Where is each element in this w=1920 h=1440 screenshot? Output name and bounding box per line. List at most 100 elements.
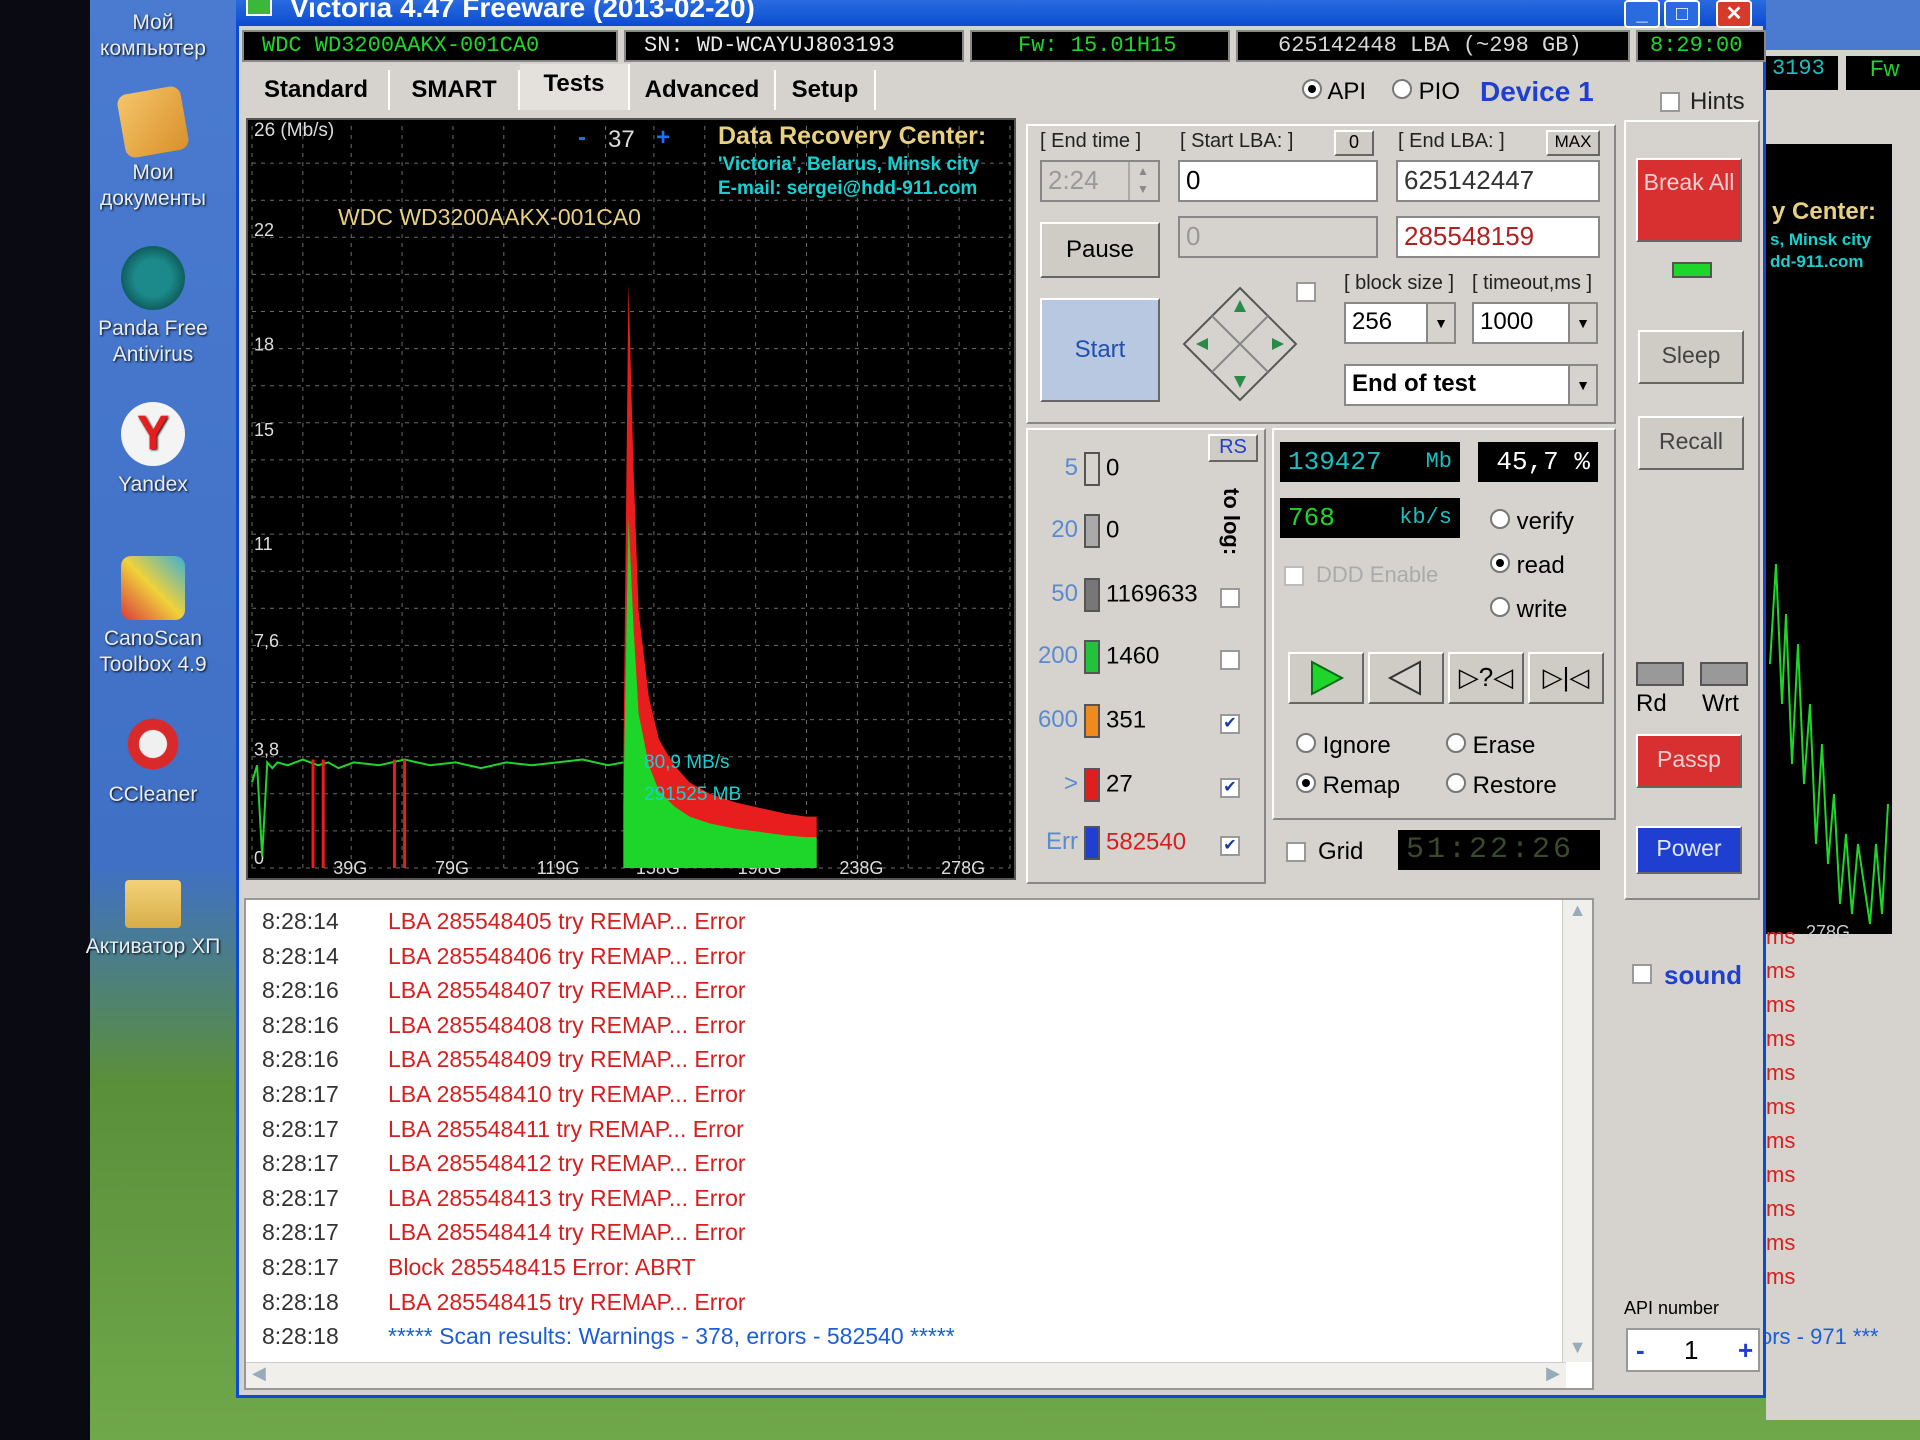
desktop-icon-activator[interactable]: Активатор ХП	[78, 874, 228, 960]
scale-minus-button[interactable]: -	[578, 124, 586, 152]
verify-radio[interactable]: verify	[1490, 508, 1574, 536]
recall-button[interactable]: Recall	[1638, 416, 1744, 470]
y-tick-label: 3,8	[254, 740, 279, 760]
api-number-plus-button[interactable]: +	[1738, 1330, 1753, 1370]
log-line: 8:28:16 LBA 285548409 try REMAP... Error	[262, 1046, 746, 1073]
block-size-select[interactable]: 256 ▼	[1344, 302, 1456, 344]
timeout-select[interactable]: 1000 ▼	[1472, 302, 1598, 344]
grid-checkbox[interactable]	[1286, 842, 1306, 862]
scroll-up-icon[interactable]: ▲	[1563, 900, 1592, 921]
chevron-down-icon: ▼	[1568, 366, 1596, 404]
desktop-icon-ccleaner[interactable]: CCleaner	[78, 712, 228, 808]
read-radio[interactable]: read	[1490, 552, 1565, 580]
stat-log-checkbox[interactable]: ✔	[1220, 778, 1240, 798]
log-message: LBA 285548408 try REMAP... Error	[388, 1011, 746, 1038]
sound-checkbox[interactable]	[1632, 964, 1652, 984]
stat-row: >27	[1030, 768, 1133, 802]
close-button[interactable]: ✕	[1716, 0, 1752, 28]
tab-standard[interactable]: Standard	[244, 70, 390, 110]
end-time-label: [ End time ]	[1040, 130, 1142, 152]
stat-threshold: 5	[1064, 454, 1078, 482]
start-lba-field[interactable]: 0	[1178, 160, 1378, 202]
desktop-icon-label: CanoScan Toolbox 4.9	[99, 627, 207, 676]
stat-log-checkbox[interactable]	[1220, 588, 1240, 608]
hints-checkbox[interactable]	[1660, 92, 1680, 112]
window-title: Victoria 4.47 Freeware (2013-02-20)	[290, 0, 755, 23]
ignore-radio[interactable]: Ignore	[1296, 732, 1391, 760]
tab-advanced[interactable]: Advanced	[630, 70, 776, 110]
end-action-select[interactable]: End of test ▼	[1344, 364, 1598, 406]
reverse-button[interactable]	[1368, 652, 1444, 704]
api-number-spinner[interactable]: - 1 +	[1626, 1328, 1760, 1372]
tab-setup[interactable]: Setup	[776, 70, 876, 110]
direction-checkbox[interactable]	[1296, 282, 1316, 302]
hints-label: Hints	[1690, 88, 1745, 115]
remap-radio[interactable]: Remap	[1296, 772, 1400, 800]
direction-pad[interactable]	[1180, 284, 1300, 404]
event-log[interactable]: 8:28:14 LBA 285548405 try REMAP... Error 8…	[244, 898, 1594, 1390]
api-radio[interactable]: API	[1302, 78, 1366, 106]
log-time: 8:28:18	[262, 1323, 339, 1350]
background-chart-lines	[1769, 563, 1889, 925]
desktop-icon-my-documents[interactable]: Мои документы	[78, 84, 228, 212]
scroll-right-icon[interactable]: ▶	[1546, 1363, 1560, 1384]
log-scrollbar[interactable]: ▲ ▼	[1562, 900, 1592, 1362]
log-hscrollbar[interactable]: ◀ ▶	[246, 1362, 1566, 1388]
start-lba-zero-button[interactable]: 0	[1334, 130, 1374, 156]
log-line: 8:28:18 ***** Scan results: Warnings - 37…	[262, 1323, 955, 1350]
tab-smart[interactable]: SMART	[390, 70, 520, 110]
log-line: 8:28:18 LBA 285548415 try REMAP... Error	[262, 1289, 746, 1316]
stat-log-checkbox[interactable]: ✔	[1220, 714, 1240, 734]
scroll-down-icon[interactable]: ▼	[1563, 1337, 1592, 1358]
log-time: 8:28:17	[262, 1254, 339, 1280]
butterfly-button[interactable]: ▷|◁	[1528, 652, 1604, 704]
ddd-enable-checkbox[interactable]	[1284, 566, 1304, 586]
api-radio-dot	[1302, 79, 1322, 99]
pio-radio[interactable]: PIO	[1392, 78, 1460, 106]
seek-random-button[interactable]: ▷?◁	[1448, 652, 1524, 704]
scroll-left-icon[interactable]: ◀	[252, 1363, 266, 1384]
chart-title: WDC WD3200AAKX-001CA0	[338, 204, 641, 230]
pio-radio-dot	[1392, 79, 1412, 99]
end-time-spinner[interactable]: ▲ ▼	[1128, 162, 1156, 200]
desktop-icon-my-computer[interactable]: Мой компьютер	[78, 10, 228, 62]
desktop-icon-yandex[interactable]: Y Yandex	[78, 402, 228, 498]
stat-log-checkbox[interactable]: ✔	[1220, 836, 1240, 856]
maximize-button[interactable]: □	[1664, 0, 1700, 28]
power-button[interactable]: Power	[1636, 826, 1742, 874]
tab-tests[interactable]: Tests	[520, 64, 630, 110]
stat-log-checkbox[interactable]	[1220, 650, 1240, 670]
rs-button[interactable]: RS	[1208, 434, 1258, 462]
sleep-button[interactable]: Sleep	[1638, 330, 1744, 384]
busy-indicator	[1672, 262, 1712, 278]
ccleaner-icon	[121, 712, 185, 776]
end-lba-field[interactable]: 625142447	[1396, 160, 1600, 202]
stat-threshold: 600	[1037, 706, 1078, 734]
restore-radio[interactable]: Restore	[1446, 772, 1557, 800]
x-tick-label: 39G	[333, 858, 367, 878]
block-size-label: [ block size ]	[1344, 272, 1455, 294]
pause-button[interactable]: Pause	[1040, 222, 1160, 278]
panda-icon	[121, 246, 185, 310]
reverse-icon	[1387, 660, 1421, 696]
log-message: LBA 285548405 try REMAP... Error	[388, 908, 746, 934]
background-log-lines: ms ms ms ms ms ms ms ms ms ms ms	[1766, 924, 1796, 1289]
desktop-icon-canoscan[interactable]: CanoScan Toolbox 4.9	[78, 556, 228, 678]
write-radio[interactable]: write	[1490, 596, 1567, 624]
passp-button[interactable]: Passp	[1636, 734, 1742, 788]
break-all-button[interactable]: Break All	[1636, 158, 1742, 242]
log-time: 8:28:17	[262, 1150, 339, 1177]
background-log: ms ms ms ms ms ms ms ms ms ms ms	[1766, 900, 1846, 1340]
log-line: 8:28:16 LBA 285548408 try REMAP... Error	[262, 1012, 746, 1039]
log-time: 8:28:17	[262, 1184, 339, 1211]
desktop-icon-panda[interactable]: Panda Free Antivirus	[78, 246, 228, 368]
end-lba-max-button[interactable]: MAX	[1546, 130, 1600, 156]
start-button[interactable]: Start	[1040, 298, 1160, 402]
x-tick-label: 119G	[537, 858, 580, 878]
scale-plus-button[interactable]: +	[656, 124, 670, 152]
play-button[interactable]	[1288, 652, 1364, 704]
elapsed-timer: 51:22:26	[1398, 830, 1600, 870]
minimize-button[interactable]: _	[1624, 0, 1660, 28]
api-number-minus-button[interactable]: -	[1636, 1330, 1645, 1370]
erase-radio[interactable]: Erase	[1446, 732, 1535, 760]
